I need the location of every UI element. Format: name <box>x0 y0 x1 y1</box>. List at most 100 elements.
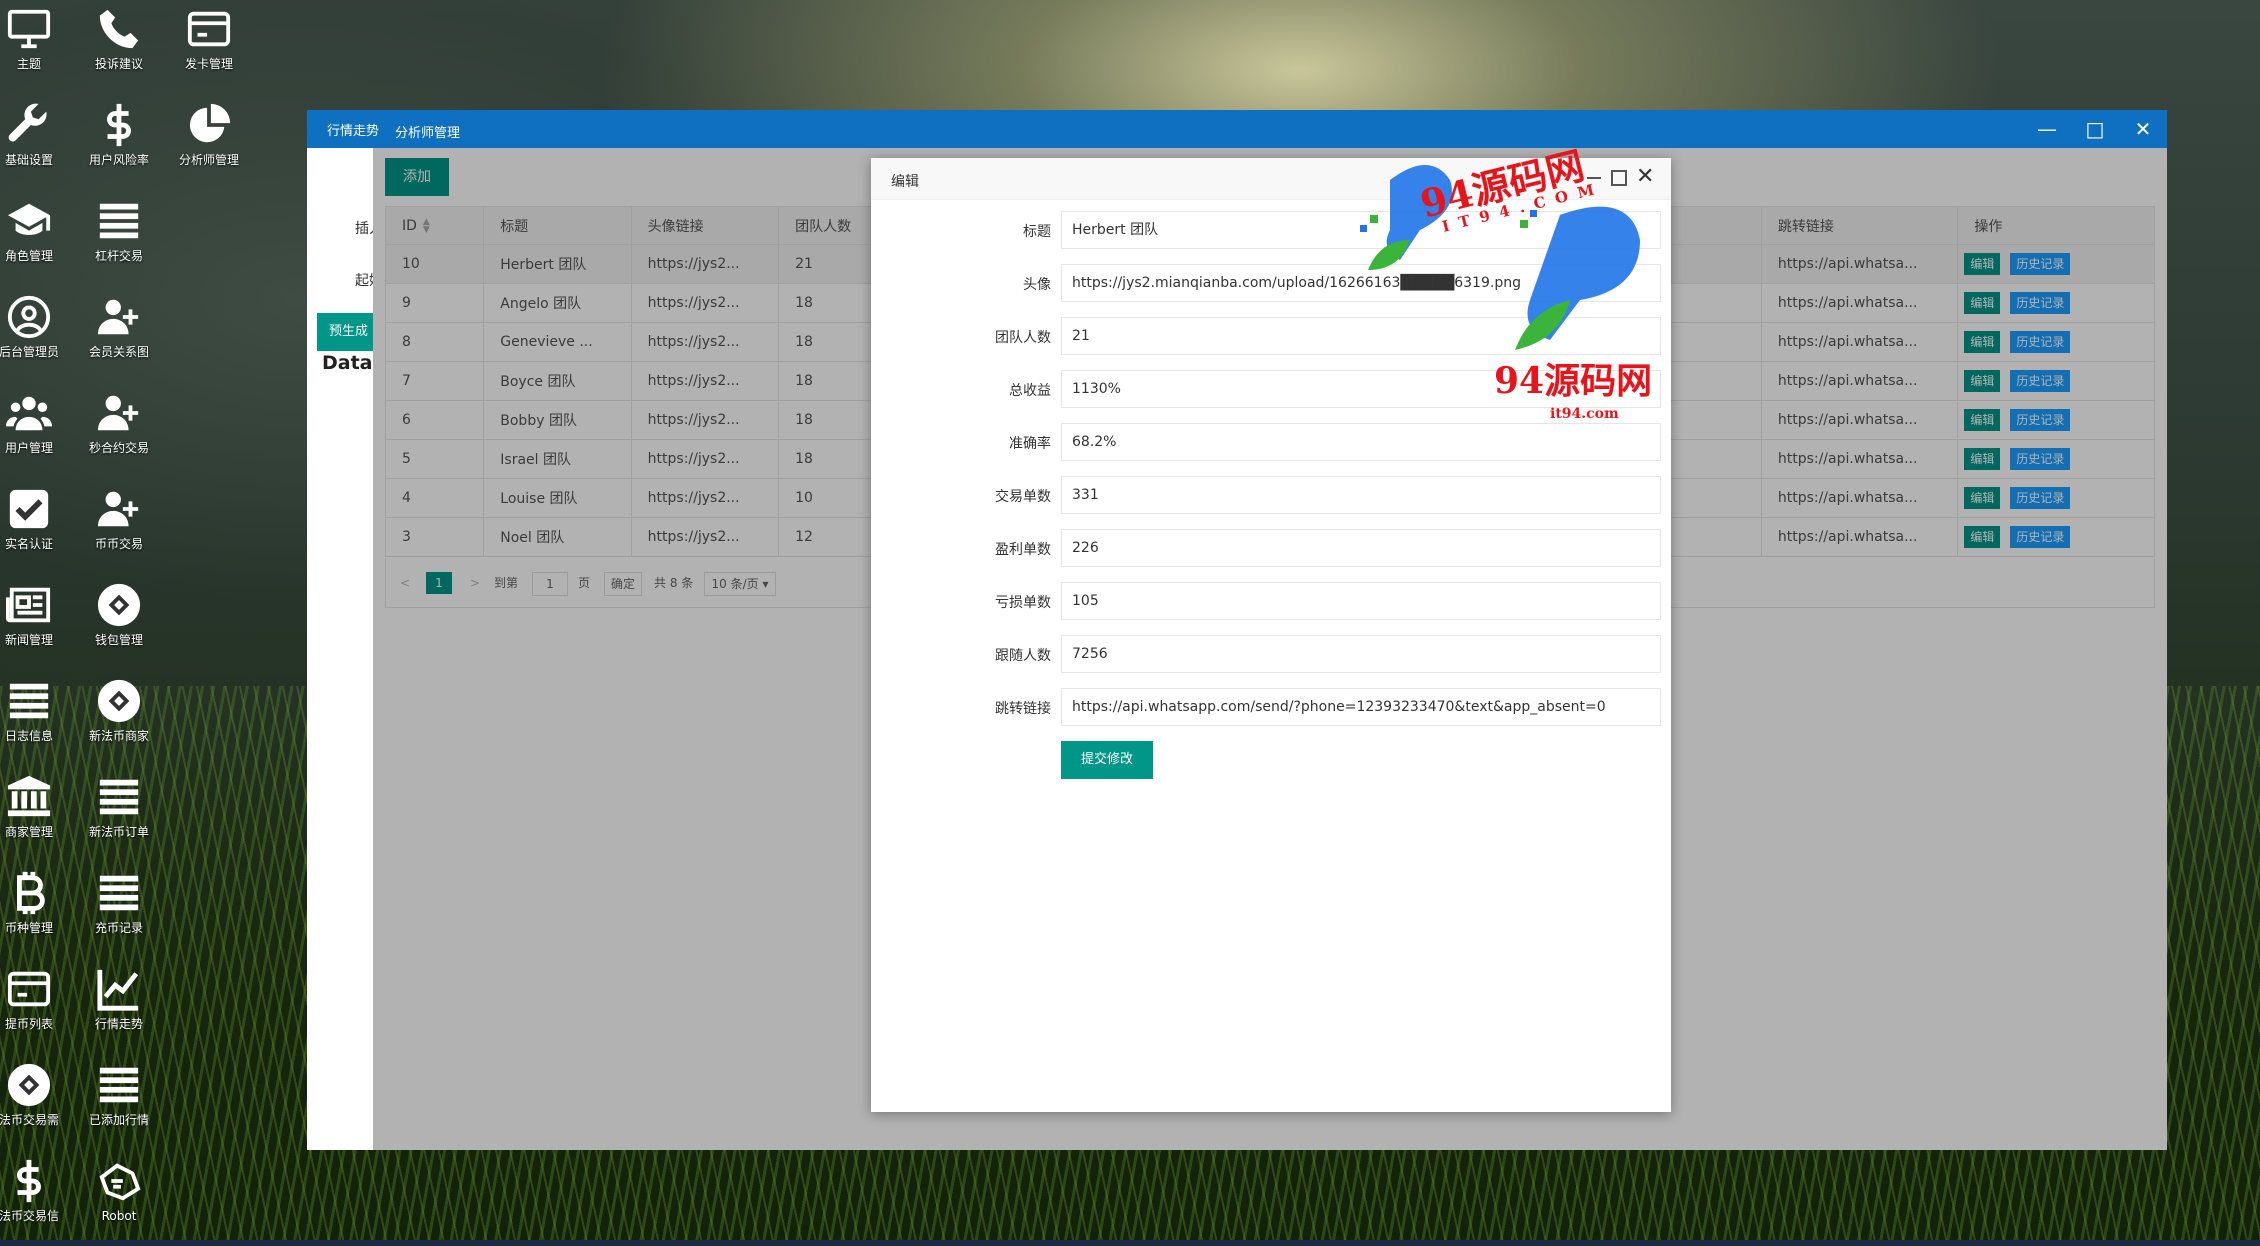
desktop-icon-9[interactable]: 后台管理员 <box>0 288 74 378</box>
list-icon <box>0 672 74 728</box>
maximize-button[interactable]: □ <box>2071 110 2119 148</box>
desktop-icon-label: 新法币商家 <box>88 729 149 743</box>
desktop-icon-label: 法币交易信 <box>0 1209 59 1223</box>
pregenerate-button[interactable]: 预生成 <box>317 313 374 351</box>
desktop-icon-2[interactable]: 投诉建议 <box>74 0 164 90</box>
desktop-icon-26[interactable]: 已添加行情 <box>74 1056 164 1146</box>
bank-icon <box>0 768 74 824</box>
list-icon <box>74 192 164 248</box>
desktop-icon-16[interactable]: 钱包管理 <box>74 576 164 666</box>
desktop-icon-label: 商家管理 <box>4 825 53 839</box>
bitcoin-icon <box>0 864 74 920</box>
desktop-icon-label: 发卡管理 <box>184 57 233 71</box>
submit-button[interactable]: 提交修改 <box>1061 741 1153 779</box>
desktop-icon-label: 钱包管理 <box>94 633 143 647</box>
graduation-cap-icon <box>0 192 74 248</box>
card-icon <box>0 960 74 1016</box>
desktop-icon-5[interactable]: 用户风险率 <box>74 96 164 186</box>
desktop-icon-20[interactable]: 新法币订单 <box>74 768 164 858</box>
desktop-icon-label: 提币列表 <box>4 1017 53 1031</box>
field-label: 亏损单数 <box>995 595 1051 611</box>
edit-dialog: 编辑 ✕ 标题 Herbert 团队头像 https://jys2.mianqian… <box>871 158 1671 1112</box>
field-input[interactable]: 7256 <box>1061 635 1661 673</box>
dialog-close-icon[interactable]: ✕ <box>1636 164 1654 190</box>
dialog-minimize-icon[interactable] <box>1587 177 1601 179</box>
field-label: 跟随人数 <box>995 648 1051 664</box>
desktop-icon-6[interactable]: 分析师管理 <box>164 96 254 186</box>
field-input[interactable]: 21 <box>1061 317 1661 355</box>
desktop-icon-label: 分析师管理 <box>178 153 239 167</box>
field-input[interactable]: https://api.whatsapp.com/send/?phone=123… <box>1061 688 1661 726</box>
close-button[interactable]: ✕ <box>2119 110 2167 148</box>
desktop-icon-label: Robot <box>101 1209 137 1223</box>
field-input[interactable]: https://jys2.mianqianba.com/upload/16266… <box>1061 264 1661 302</box>
desktop-icon-25[interactable]: 法币交易需 <box>0 1056 74 1146</box>
desktop-icon-4[interactable]: 基础设置 <box>0 96 74 186</box>
desktop-icon-10[interactable]: 会员关系图 <box>74 288 164 378</box>
desktop-icon-24[interactable]: 行情走势 <box>74 960 164 1050</box>
desktop-icon-label: 法币交易需 <box>0 1113 59 1127</box>
desktop-icon-21[interactable]: 币种管理 <box>0 864 74 954</box>
coin-icon <box>74 576 164 632</box>
pie-icon <box>164 96 254 152</box>
field-label: 总收益 <box>1009 383 1051 399</box>
desktop-icon-17[interactable]: 日志信息 <box>0 672 74 762</box>
field-label: 团队人数 <box>995 330 1051 346</box>
desktop-icon-label: 用户风险率 <box>88 153 149 167</box>
form-row: 交易单数 331 <box>871 476 1671 514</box>
taskbar <box>0 1240 2260 1246</box>
check-square-icon <box>0 480 74 536</box>
desktop-icon-22[interactable]: 充币记录 <box>74 864 164 954</box>
wrench-icon <box>0 96 74 152</box>
desktop-icon-11[interactable]: 用户管理 <box>0 384 74 474</box>
form-row: 总收益 1130% <box>871 370 1671 408</box>
coin-icon <box>0 1056 74 1112</box>
desktop-icon-grid: 主题 投诉建议 发卡管理基础设置 用户风险率 分析师管理角色管理 杠杆交易后台管理员 会员关… <box>0 0 260 1246</box>
dollar-icon <box>74 96 164 152</box>
desktop-icon-label: 后台管理员 <box>0 345 59 359</box>
dialog-header: 编辑 ✕ <box>871 158 1671 200</box>
form-row: 准确率 68.2% <box>871 423 1671 461</box>
field-label: 标题 <box>1023 224 1051 240</box>
desktop-icon-1[interactable]: 主题 <box>0 0 74 90</box>
desktop-icon-7[interactable]: 角色管理 <box>0 192 74 282</box>
desktop-icon-label: 实名认证 <box>4 537 53 551</box>
list-icon <box>74 1056 164 1112</box>
user-plus-icon <box>74 384 164 440</box>
minimize-button[interactable]: — <box>2023 110 2071 148</box>
monitor-icon <box>0 0 74 56</box>
form-row: 头像 https://jys2.mianqianba.com/upload/162… <box>871 264 1671 302</box>
desktop-icon-label: 新闻管理 <box>4 633 53 647</box>
desktop-icon-28[interactable]: Robot <box>74 1152 164 1242</box>
desktop-icon-label: 角色管理 <box>4 249 53 263</box>
desktop-icon-12[interactable]: 秒合约交易 <box>74 384 164 474</box>
form-row: 亏损单数 105 <box>871 582 1671 620</box>
coin-icon <box>74 672 164 728</box>
field-label: 跳转链接 <box>995 701 1051 717</box>
desktop-icon-14[interactable]: 币币交易 <box>74 480 164 570</box>
field-label: 头像 <box>1023 277 1051 293</box>
field-input[interactable]: 331 <box>1061 476 1661 514</box>
phone-icon <box>74 0 164 56</box>
desktop-icon-15[interactable]: 新闻管理 <box>0 576 74 666</box>
field-input[interactable]: 1130% <box>1061 370 1661 408</box>
field-input[interactable]: 226 <box>1061 529 1661 567</box>
desktop-icon-label: 主题 <box>16 57 41 71</box>
dialog-title: 编辑 <box>891 174 919 190</box>
dollar-icon <box>0 1152 74 1208</box>
desktop-icon-label: 行情走势 <box>94 1017 143 1031</box>
desktop-icon-19[interactable]: 商家管理 <box>0 768 74 858</box>
desktop-icon-8[interactable]: 杠杆交易 <box>74 192 164 282</box>
desktop-icon-18[interactable]: 新法币商家 <box>74 672 164 762</box>
field-input[interactable]: Herbert 团队 <box>1061 211 1661 249</box>
field-input[interactable]: 68.2% <box>1061 423 1661 461</box>
user-circle-icon <box>0 288 74 344</box>
desktop-icon-13[interactable]: 实名认证 <box>0 480 74 570</box>
desktop-icon-3[interactable]: 发卡管理 <box>164 0 254 90</box>
desktop-icon-label: 用户管理 <box>4 441 53 455</box>
desktop-icon-27[interactable]: 法币交易信 <box>0 1152 74 1242</box>
desktop-icon-23[interactable]: 提币列表 <box>0 960 74 1050</box>
field-input[interactable]: 105 <box>1061 582 1661 620</box>
dialog-maximize-icon[interactable] <box>1611 170 1627 186</box>
back-window-tab[interactable]: 行情走势 <box>327 120 379 139</box>
